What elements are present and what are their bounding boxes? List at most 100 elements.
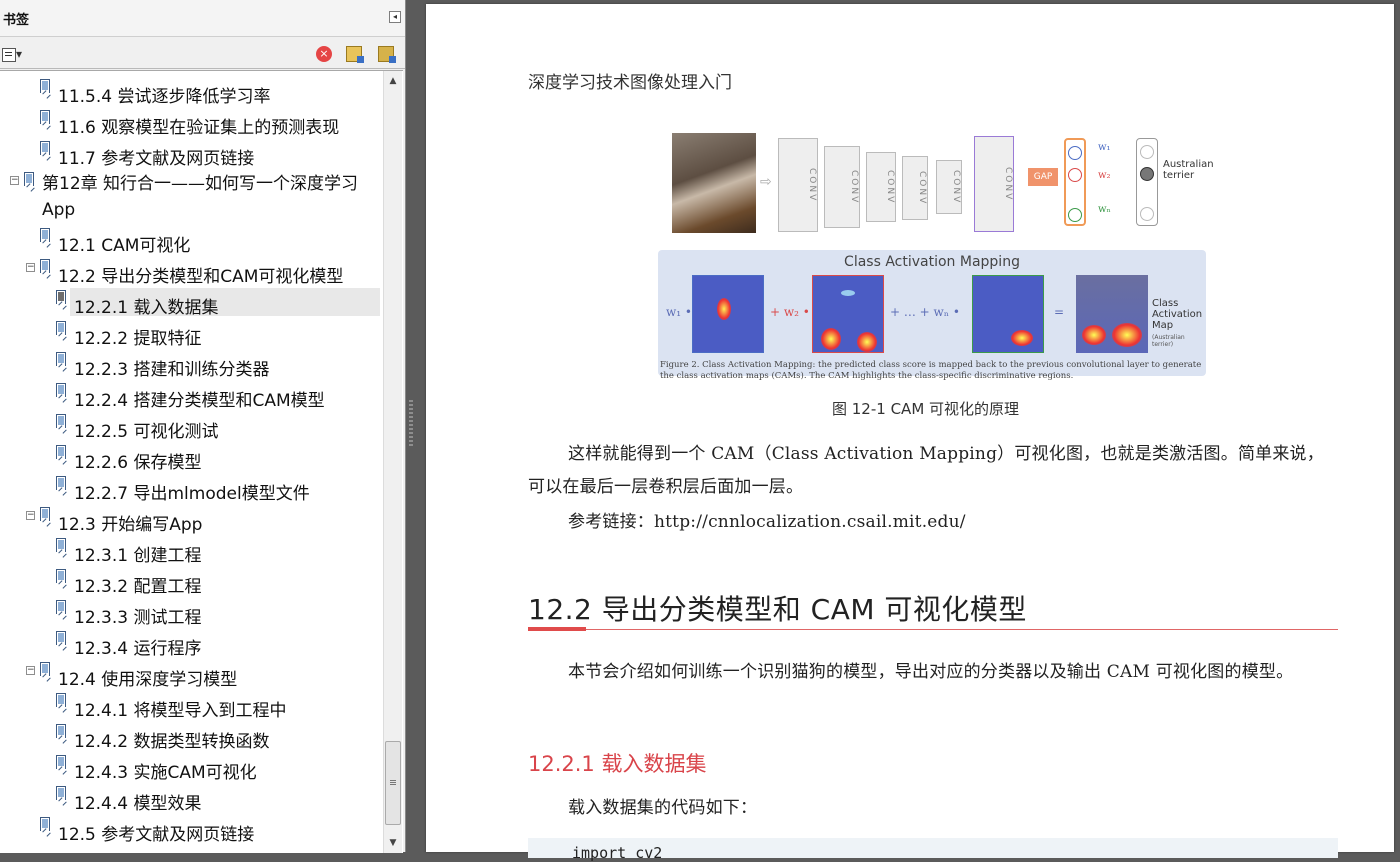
bookmark-icon [40, 141, 50, 155]
collapse-toggle-icon[interactable]: − [10, 176, 19, 185]
running-header: 深度学习技术图像处理入门 [528, 73, 732, 93]
bookmarks-title: 书签 [3, 13, 30, 28]
conv-layer: CONV [866, 152, 896, 222]
collapse-panel-button[interactable]: ◂ [389, 11, 401, 23]
output-layer [1136, 138, 1158, 226]
bookmarks-tree: 11.5.4 尝试逐步降低学习率 11.6 观察模型在验证集上的预测表现 11.7 … [0, 70, 403, 853]
bookmark-item[interactable]: 12.3.4 运行程序 [0, 631, 380, 659]
delete-bookmark-icon[interactable]: × [316, 46, 332, 62]
paragraph: 载入数据集的代码如下： [568, 798, 758, 818]
bookmark-label: 11.5.4 尝试逐步降低学习率 [58, 87, 271, 107]
bookmark-item[interactable]: 12.4.1 将模型导入到工程中 [0, 693, 380, 721]
bookmark-item[interactable]: − 第12章 知行合一——如何写一个深度学习App [0, 172, 380, 220]
gap-block: GAP [1028, 168, 1058, 186]
document-page: 深度学习技术图像处理入门 ⇨ CONV CONV CONV CONV CONV … [426, 4, 1394, 862]
bookmark-item[interactable]: 12.2.3 搭建和训练分类器 [0, 352, 380, 380]
bookmark-item[interactable]: − 12.3 开始编写App [0, 507, 380, 535]
bookmark-icon [56, 414, 66, 428]
fc-layer [1064, 138, 1086, 226]
bookmark-item[interactable]: 11.6 观察模型在验证集上的预测表现 [0, 110, 380, 138]
heat-blob [1112, 323, 1142, 347]
heat-blob [717, 298, 731, 320]
bookmark-label: 12.2.7 导出mlmodel模型文件 [74, 484, 310, 504]
bookmark-icon [56, 352, 66, 366]
scroll-up-button[interactable]: ▲ [384, 73, 402, 89]
bookmark-item[interactable]: 12.4.2 数据类型转换函数 [0, 724, 380, 752]
cam-op: = [1054, 305, 1065, 319]
bookmark-icon [24, 172, 34, 186]
heatmap [692, 275, 764, 353]
bookmarks-scrollbar[interactable]: ▲ ▼ [383, 71, 402, 853]
bookmark-item[interactable]: 12.5 参考文献及网页链接 [0, 817, 380, 845]
figure-caption-english: Figure 2. Class Activation Mapping: the … [660, 360, 1202, 381]
options-menu-button[interactable]: ▾ [2, 45, 28, 63]
class-label: Australian terrier [1163, 159, 1214, 181]
bookmark-label: 12.2.2 提取特征 [74, 329, 202, 349]
bookmark-item[interactable]: 12.4.3 实施CAM可视化 [0, 755, 380, 783]
bookmark-item[interactable]: 12.3.3 测试工程 [0, 600, 380, 628]
bookmark-label: 12.2.5 可视化测试 [74, 422, 219, 442]
bookmark-label: 12.4.2 数据类型转换函数 [74, 732, 270, 752]
bookmarks-toolbar: ▾ × [0, 40, 405, 69]
bookmark-item[interactable]: 12.2.7 导出mlmodel模型文件 [0, 476, 380, 504]
collapse-toggle-icon[interactable]: − [26, 263, 35, 272]
bookmark-label: 12.3.1 创建工程 [74, 546, 202, 566]
bookmark-item[interactable]: 11.5.4 尝试逐步降低学习率 [0, 79, 380, 107]
bookmark-icon [56, 476, 66, 490]
bookmark-item[interactable]: 12.2.5 可视化测试 [0, 414, 380, 442]
weight-w2: w₂ [1098, 170, 1111, 181]
bookmark-item[interactable]: − 12.2 导出分类模型和CAM可视化模型 [0, 259, 380, 287]
bookmark-icon [40, 507, 50, 521]
conv-layer: CONV [902, 156, 928, 220]
bookmark-label: 12.1 CAM可视化 [58, 236, 191, 256]
bookmark-item[interactable]: 12.2.2 提取特征 [0, 321, 380, 349]
bookmark-item[interactable]: 12.2.6 保存模型 [0, 445, 380, 473]
bookmark-icon [56, 569, 66, 583]
bookmark-label: 11.6 观察模型在验证集上的预测表现 [58, 118, 340, 138]
bookmark-label: 12.4.1 将模型导入到工程中 [74, 701, 287, 721]
collapse-toggle-icon[interactable]: − [26, 666, 35, 675]
bookmark-label: 12.2 导出分类模型和CAM可视化模型 [58, 267, 344, 287]
bookmark-label: 12.2.4 搭建分类模型和CAM模型 [74, 391, 325, 411]
bookmark-label: 12.4.4 模型效果 [74, 794, 202, 814]
bookmark-icon [40, 79, 50, 93]
scroll-down-button[interactable]: ▼ [384, 835, 402, 851]
bookmark-label: 12.2.6 保存模型 [74, 453, 202, 473]
conv-layer-colored: CONV [974, 136, 1014, 232]
scroll-thumb[interactable] [385, 741, 401, 825]
collapse-toggle-icon[interactable]: − [26, 511, 35, 520]
new-bookmark-icon[interactable] [378, 46, 396, 63]
panel-splitter[interactable] [406, 0, 426, 852]
conv-layer: CONV [824, 146, 860, 228]
bookmark-label: 11.7 参考文献及网页链接 [58, 149, 255, 169]
output-node [1140, 145, 1154, 159]
cam-side-label: Class Activation Map [1152, 298, 1203, 331]
bookmark-item[interactable]: 12.3.2 配置工程 [0, 569, 380, 597]
bookmark-icon [56, 755, 66, 769]
heading-rule [528, 629, 1338, 630]
expand-bookmark-icon[interactable] [346, 46, 364, 63]
splitter-grip-icon [409, 400, 413, 448]
bookmark-item[interactable]: 12.2.1 载入数据集 [0, 288, 380, 318]
node-green [1068, 208, 1082, 222]
bookmark-label: 12.2.3 搭建和训练分类器 [74, 360, 270, 380]
subsection-heading: 12.2.1 载入数据集 [528, 752, 707, 776]
cam-op: w₁ • [666, 305, 692, 319]
conv-layer: CONV [936, 160, 962, 214]
heat-blob [1082, 325, 1106, 345]
heat-blob [1011, 330, 1033, 346]
cam-banner-title: Class Activation Mapping [844, 254, 1020, 270]
bookmark-item[interactable]: 12.2.4 搭建分类模型和CAM模型 [0, 383, 380, 411]
bookmark-item[interactable]: 11.7 参考文献及网页链接 [0, 141, 380, 169]
bookmark-item[interactable]: 12.4.4 模型效果 [0, 786, 380, 814]
bookmark-label: 第12章 知行合一——如何写一个深度学习App [42, 174, 359, 220]
bookmark-item[interactable]: − 12.4 使用深度学习模型 [0, 662, 380, 690]
bookmark-icon [40, 228, 50, 242]
paragraph: 这样就能得到一个 CAM（Class Activation Mapping）可视… [528, 444, 1324, 497]
heatmap [972, 275, 1044, 353]
dropdown-arrow-icon: ▾ [16, 47, 23, 61]
cam-op: + … + wₙ • [890, 305, 960, 319]
bookmark-item[interactable]: 12.3.1 创建工程 [0, 538, 380, 566]
bookmark-label: 12.3.2 配置工程 [74, 577, 202, 597]
bookmark-item[interactable]: 12.1 CAM可视化 [0, 228, 380, 256]
